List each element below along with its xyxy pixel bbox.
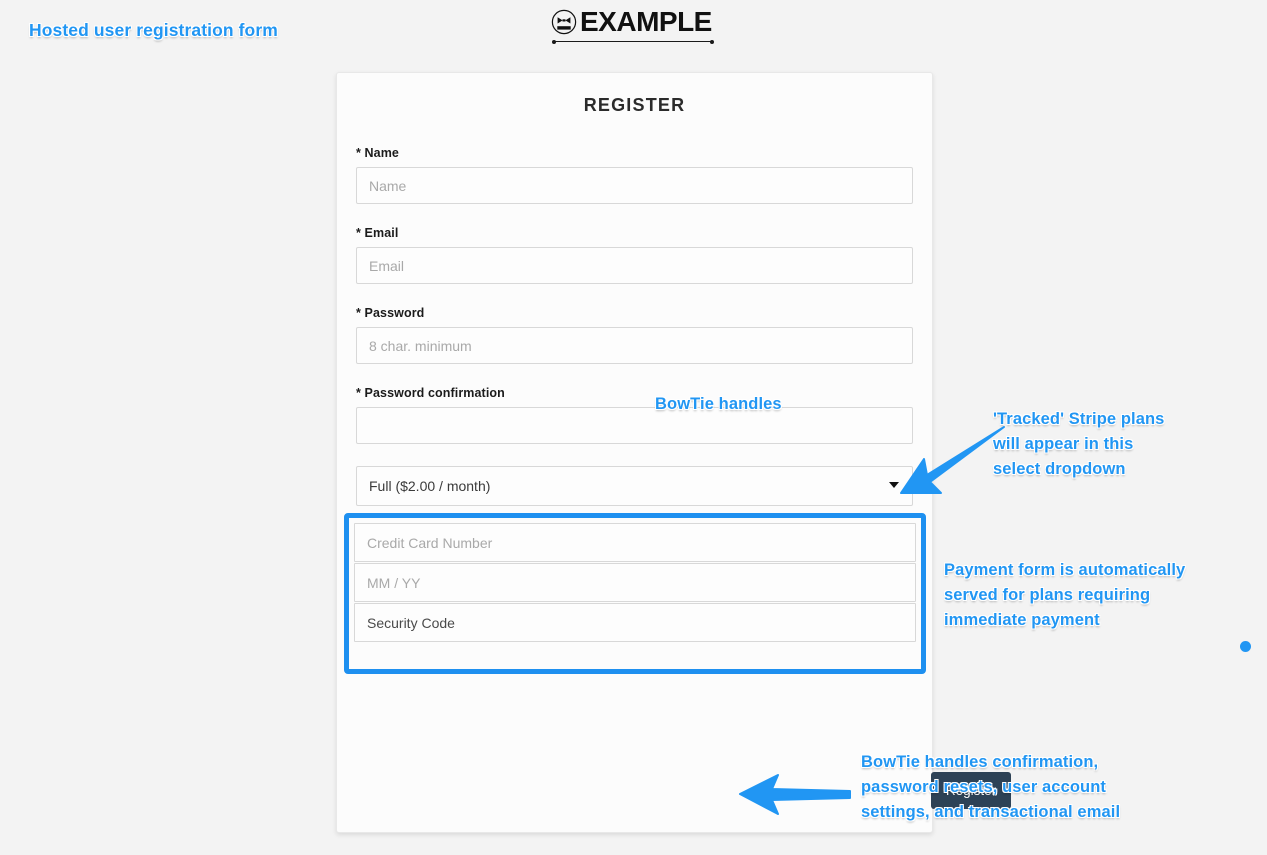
annotation-payment-form: Payment form is automatically served for…	[944, 561, 1186, 629]
card-expiry-input[interactable]	[354, 563, 916, 602]
name-input[interactable]	[356, 167, 913, 204]
plan-select[interactable]: Full ($2.00 / month)	[356, 466, 913, 506]
credit-card-number-input[interactable]	[354, 523, 916, 562]
field-group-password: * Password	[356, 306, 913, 364]
registration-card: REGISTER * Name * Email * Password * Pas…	[336, 72, 1011, 833]
payment-form-highlight	[344, 513, 926, 674]
email-input[interactable]	[356, 247, 913, 284]
email-label: * Email	[356, 226, 399, 240]
password-label: * Password	[356, 306, 425, 320]
annotation-bowtie-email: BowTie handles confirmation, password re…	[861, 753, 1121, 821]
name-label: * Name	[356, 146, 399, 160]
plan-select-wrapper: Full ($2.00 / month)	[356, 466, 913, 506]
page-root: EXAMPLE REGISTER * Name * Email * Passwo…	[0, 0, 1267, 855]
page-title: REGISTER	[583, 95, 686, 115]
brand-logo: EXAMPLE	[551, 6, 712, 37]
field-group-email: * Email	[356, 226, 913, 284]
blue-dot-marker	[1240, 641, 1251, 652]
logo-underline	[552, 40, 714, 44]
security-code-input[interactable]	[354, 603, 916, 642]
password-confirmation-label: * Password confirmation	[356, 386, 505, 400]
bowtie-circle-icon	[551, 9, 577, 35]
field-group-name: * Name	[356, 146, 913, 204]
password-confirmation-input[interactable]	[356, 407, 913, 444]
brand-logo-text: EXAMPLE	[580, 6, 712, 37]
annotation-hosted-form: Hosted user registration form	[29, 20, 278, 40]
registration-form: * Name * Email * Password * Password con…	[337, 146, 932, 506]
annotation-tracked-plans: 'Tracked' Stripe plans will appear in th…	[993, 410, 1165, 478]
password-input[interactable]	[356, 327, 913, 364]
annotation-bowtie-handles: BowTie handles	[655, 395, 782, 413]
field-group-password-confirmation: * Password confirmation	[356, 386, 913, 444]
